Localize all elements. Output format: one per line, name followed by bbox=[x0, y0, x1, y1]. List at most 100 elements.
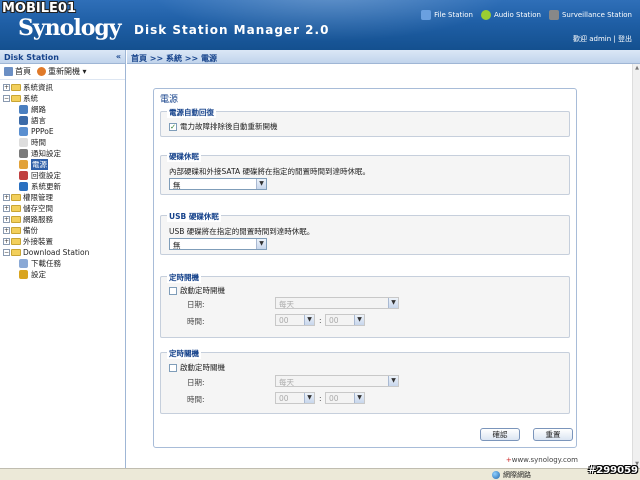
power-icon bbox=[37, 67, 46, 76]
sidebar-header: Disk Station « bbox=[0, 50, 125, 64]
expand-node-icon[interactable]: + bbox=[3, 194, 10, 201]
chevron-down-icon[interactable]: ▼ bbox=[256, 239, 266, 249]
tree-node-label: 下載任務 bbox=[31, 259, 61, 268]
synology-website-link[interactable]: +www.synology.com bbox=[506, 456, 578, 464]
auto-restart-fieldset: 電源自動回復 ✓ 電力故障排除後自動重新開機 bbox=[160, 107, 570, 137]
collapse-icon[interactable]: « bbox=[116, 52, 121, 61]
chevron-down-icon[interactable]: ▼ bbox=[304, 315, 314, 325]
power-on-minute-select[interactable]: 00 ▼ bbox=[325, 314, 365, 326]
folder-icon bbox=[11, 205, 21, 212]
tree-node[interactable]: 時間 bbox=[0, 137, 125, 148]
auto-restart-legend: 電源自動回復 bbox=[167, 107, 216, 118]
tree-node[interactable]: + 外接裝置 bbox=[0, 236, 125, 247]
file-station-link[interactable]: File Station bbox=[421, 10, 473, 20]
ok-button[interactable]: 確認 bbox=[480, 428, 520, 441]
tree-node-label: PPPoE bbox=[31, 127, 54, 136]
menu-item-icon bbox=[19, 138, 28, 147]
tree-node[interactable]: 電源 bbox=[0, 159, 125, 170]
chevron-down-icon[interactable]: ▼ bbox=[304, 393, 314, 403]
audio-station-icon bbox=[480, 10, 491, 20]
chevron-down-icon[interactable]: ▼ bbox=[388, 298, 398, 308]
menu-item-icon bbox=[19, 127, 28, 136]
audio-station-link[interactable]: Audio Station bbox=[480, 10, 541, 20]
tree-node[interactable]: 語言 bbox=[0, 115, 125, 126]
menu-item-icon bbox=[19, 160, 28, 169]
power-on-date-select[interactable]: 每天 ▼ bbox=[275, 297, 399, 309]
menu-item-icon bbox=[19, 182, 28, 191]
tree-node[interactable]: 下載任務 bbox=[0, 258, 125, 269]
chevron-down-icon[interactable]: ▼ bbox=[354, 393, 364, 403]
menu-item-icon bbox=[19, 116, 28, 125]
tree-node[interactable]: 設定 bbox=[0, 269, 125, 280]
scroll-up-icon[interactable]: ▲ bbox=[634, 65, 640, 71]
folder-icon bbox=[11, 194, 21, 201]
menu-item-icon bbox=[19, 149, 28, 158]
folder-icon bbox=[11, 216, 21, 223]
expand-node-icon[interactable]: + bbox=[3, 238, 10, 245]
auto-restart-checkbox[interactable]: ✓ 電力故障排除後自動重新開機 bbox=[169, 121, 278, 132]
expand-node-icon[interactable]: + bbox=[3, 216, 10, 223]
image-id-watermark: #299059 bbox=[587, 465, 638, 476]
tree-node[interactable]: + 備份 bbox=[0, 225, 125, 236]
tree-node[interactable]: PPPoE bbox=[0, 126, 125, 137]
checkbox-unchecked-icon[interactable] bbox=[169, 363, 177, 372]
collapse-node-icon[interactable]: − bbox=[3, 95, 10, 102]
expand-node-icon[interactable]: + bbox=[3, 227, 10, 234]
chevron-down-icon[interactable]: ▼ bbox=[388, 376, 398, 386]
tree-node-label: 備份 bbox=[23, 226, 38, 235]
tree-node[interactable]: 通知設定 bbox=[0, 148, 125, 159]
power-off-legend: 定時關機 bbox=[167, 348, 201, 359]
folder-icon bbox=[11, 95, 21, 102]
reset-button[interactable]: 重置 bbox=[533, 428, 573, 441]
tree-node-label: 網路 bbox=[31, 105, 46, 114]
menu-item-icon bbox=[19, 259, 28, 268]
power-off-checkbox[interactable]: 啟動定時關機 bbox=[169, 362, 225, 373]
power-on-legend: 定時開機 bbox=[167, 272, 201, 283]
restart-button[interactable]: 重新開機 ▾ bbox=[37, 66, 87, 77]
power-off-date-select[interactable]: 每天 ▼ bbox=[275, 375, 399, 387]
tree-node-label: 外接裝置 bbox=[23, 237, 53, 246]
time-separator: : bbox=[319, 394, 322, 403]
tree-node[interactable]: 系統更新 bbox=[0, 181, 125, 192]
expand-node-icon[interactable]: + bbox=[3, 84, 10, 91]
menu-item-icon bbox=[19, 270, 28, 279]
power-on-time-label: 時間: bbox=[187, 317, 205, 326]
power-off-time-label: 時間: bbox=[187, 395, 205, 404]
chevron-down-icon[interactable]: ▼ bbox=[354, 315, 364, 325]
tree-node[interactable]: − 系統 bbox=[0, 93, 125, 104]
tree-node[interactable]: + 權限管理 bbox=[0, 192, 125, 203]
user-logout-line[interactable]: 歡迎 admin | 登出 bbox=[573, 34, 632, 44]
power-settings-panel: 電源 電源自動回復 ✓ 電力故障排除後自動重新開機 硬碟休眠 內部硬碟和外接SA… bbox=[153, 88, 577, 448]
folder-icon bbox=[11, 238, 21, 245]
usb-hibernation-fieldset: USB 硬碟休眠 USB 硬碟將在指定的閒置時間到達時休眠。 無 ▼ bbox=[160, 211, 570, 255]
app-header: MOBILE01 Synology Disk Station Manager 2… bbox=[0, 0, 640, 50]
checkbox-unchecked-icon[interactable] bbox=[169, 286, 177, 295]
power-on-checkbox[interactable]: 啟動定時開機 bbox=[169, 285, 225, 296]
tree-node-label: 語言 bbox=[31, 116, 46, 125]
watermark: MOBILE01 bbox=[2, 1, 76, 16]
collapse-node-icon[interactable]: − bbox=[3, 249, 10, 256]
tree-node[interactable]: 回復設定 bbox=[0, 170, 125, 181]
tree-node[interactable]: + 網路服務 bbox=[0, 214, 125, 225]
checkbox-checked-icon[interactable]: ✓ bbox=[169, 122, 177, 131]
power-off-minute-select[interactable]: 00 ▼ bbox=[325, 392, 365, 404]
expand-node-icon[interactable]: + bbox=[3, 205, 10, 212]
time-separator: : bbox=[319, 316, 322, 325]
home-button[interactable]: 首頁 bbox=[4, 66, 31, 77]
chevron-down-icon[interactable]: ▼ bbox=[256, 179, 266, 189]
power-off-hour-select[interactable]: 00 ▼ bbox=[275, 392, 315, 404]
globe-icon bbox=[492, 471, 500, 479]
surveillance-station-link[interactable]: Surveillance Station bbox=[548, 10, 632, 20]
tree-node[interactable]: 網路 bbox=[0, 104, 125, 115]
hdd-hibernation-fieldset: 硬碟休眠 內部硬碟和外接SATA 硬碟將在指定的閒置時間到達時休眠。 無 ▼ bbox=[160, 151, 570, 195]
usb-hibernation-legend: USB 硬碟休眠 bbox=[167, 211, 221, 222]
tree-node[interactable]: − Download Station bbox=[0, 247, 125, 258]
tree-node[interactable]: + 系統資訊 bbox=[0, 82, 125, 93]
usb-hibernation-select[interactable]: 無 ▼ bbox=[169, 238, 267, 250]
main-content: ▲ ▼ 電源 電源自動回復 ✓ 電力故障排除後自動重新開機 硬碟休眠 內部硬碟和… bbox=[127, 64, 640, 468]
hdd-hibernation-select[interactable]: 無 ▼ bbox=[169, 178, 267, 190]
vertical-scrollbar[interactable]: ▲ ▼ bbox=[632, 64, 640, 468]
power-on-hour-select[interactable]: 00 ▼ bbox=[275, 314, 315, 326]
tree-node[interactable]: + 儲存空間 bbox=[0, 203, 125, 214]
tree-node-label: 系統更新 bbox=[31, 182, 61, 191]
